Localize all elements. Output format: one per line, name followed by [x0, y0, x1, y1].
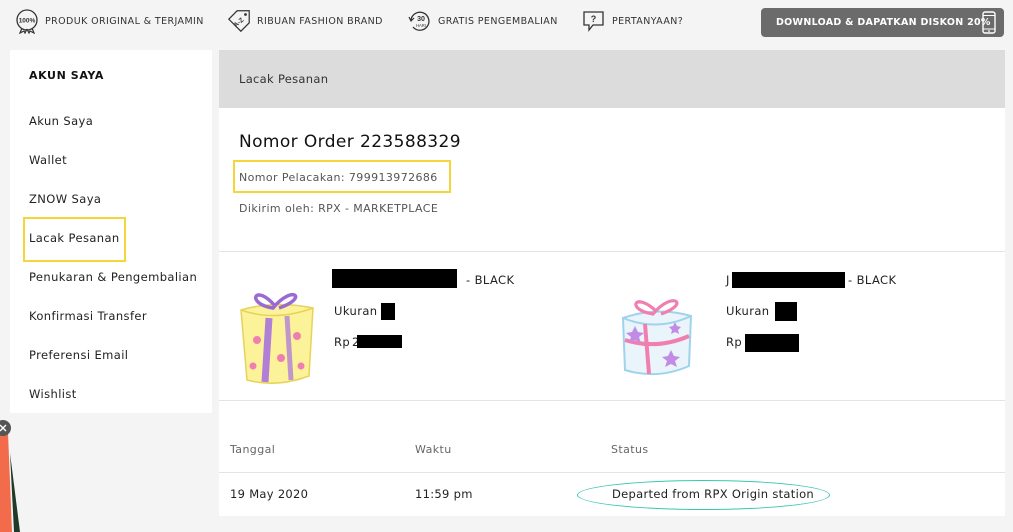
tag-az-icon: A-Z — [226, 8, 252, 34]
redacted-product-price — [745, 334, 799, 352]
question-bubble-icon: ? — [581, 8, 607, 34]
svg-text:100%: 100% — [19, 18, 36, 25]
download-app-label: DOWNLOAD & DAPATKAN DISKON 20% — [776, 17, 991, 28]
product-name-visible: J — [726, 273, 730, 287]
shipping-carrier: Dikirim oleh: RPX - MARKETPLACE — [239, 202, 439, 215]
sidebar-item-znow[interactable]: ZNOW Saya — [29, 192, 101, 206]
redacted-product-name — [732, 272, 845, 288]
divider — [219, 251, 1005, 252]
usp-original: 100% PRODUK ORIGINAL & TERJAMIN — [14, 8, 204, 34]
svg-text:?: ? — [591, 14, 597, 24]
row-date: 19 May 2020 — [230, 487, 309, 501]
breadcrumb: Lacak Pesanan — [219, 50, 1005, 108]
product-color: - BLACK — [848, 273, 897, 287]
usp-brands: A-Z RIBUAN FASHION BRAND — [226, 8, 383, 34]
product-size-label: Ukuran — [726, 304, 770, 318]
sidebar-item-lacak-pesanan[interactable]: Lacak Pesanan — [29, 231, 120, 245]
product-price-label: Rp — [334, 335, 351, 349]
product-price-label: Rp — [726, 335, 743, 349]
svg-text:HARI: HARI — [416, 23, 426, 28]
svg-text:A-Z: A-Z — [232, 17, 245, 29]
sidebar-item-preferensi-email[interactable]: Preferensi Email — [29, 348, 128, 362]
table-header-divider — [219, 472, 1005, 473]
smartphone-icon — [982, 11, 996, 38]
row-status: Departed from RPX Origin station — [612, 487, 815, 501]
column-header-date: Tanggal — [230, 443, 276, 456]
product-color: - BLACK — [466, 273, 515, 287]
product-size-label: Ukuran — [334, 304, 378, 318]
order-number: Nomor Order 223588329 — [239, 132, 461, 152]
row-time: 11:59 pm — [415, 487, 473, 501]
redacted-product-name — [332, 269, 457, 288]
floating-promo-widget[interactable] — [0, 419, 26, 532]
badge-100-icon: 100% — [14, 8, 40, 34]
usp-label: RIBUAN FASHION BRAND — [257, 15, 383, 27]
product-image-gift-placeholder — [617, 288, 697, 384]
usp-bar: 100% PRODUK ORIGINAL & TERJAMIN A-Z RIBU… — [0, 0, 1013, 44]
usp-returns: 30 HARI GRATIS PENGEMBALIAN — [407, 8, 558, 34]
sidebar-item-penukaran[interactable]: Penukaran & Pengembalian — [29, 270, 197, 284]
download-app-button[interactable]: DOWNLOAD & DAPATKAN DISKON 20% — [761, 8, 1004, 37]
usp-label: GRATIS PENGEMBALIAN — [438, 15, 558, 27]
breadcrumb-label: Lacak Pesanan — [239, 72, 329, 86]
sidebar-item-konfirmasi-transfer[interactable]: Konfirmasi Transfer — [29, 309, 147, 323]
usp-label: PERTANYAAN? — [612, 15, 684, 27]
column-header-time: Waktu — [415, 443, 452, 456]
product-image-gift-placeholder — [235, 278, 321, 394]
usp-questions[interactable]: ? PERTANYAAN? — [581, 8, 683, 34]
sidebar-item-wallet[interactable]: Wallet — [29, 153, 67, 167]
sidebar-title: AKUN SAYA — [29, 69, 105, 82]
redacted-product-price — [357, 335, 402, 348]
column-header-status: Status — [611, 443, 649, 456]
order-tracking-panel: Lacak Pesanan Nomor Order 223588329 Nomo… — [219, 50, 1005, 516]
divider — [219, 400, 1005, 401]
close-icon[interactable] — [0, 420, 11, 436]
sidebar-item-akun-saya[interactable]: Akun Saya — [29, 114, 93, 128]
svg-text:30: 30 — [417, 16, 425, 23]
tracking-number: Nomor Pelacakan: 799913972686 — [239, 171, 438, 184]
return-30-icon: 30 HARI — [407, 8, 433, 34]
usp-label: PRODUK ORIGINAL & TERJAMIN — [45, 15, 204, 27]
redacted-product-size — [381, 303, 395, 320]
account-sidebar: AKUN SAYA Akun Saya Wallet ZNOW Saya Lac… — [10, 50, 212, 413]
redacted-product-size — [775, 302, 797, 321]
sidebar-item-wishlist[interactable]: Wishlist — [29, 387, 77, 401]
